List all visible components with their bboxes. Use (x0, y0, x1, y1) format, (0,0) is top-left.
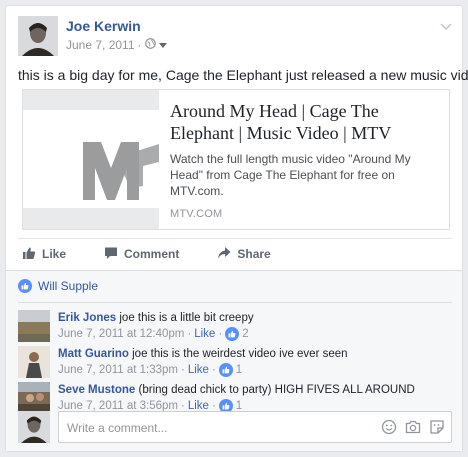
comment-bubble-icon (104, 246, 118, 263)
comment-input[interactable]: Write a comment... (58, 411, 452, 443)
meta-separator: · (187, 328, 192, 340)
thumbs-up-icon (22, 246, 36, 263)
like-label: Like (42, 247, 67, 261)
comment-body: Matt Guarino joe this is the weirdest vi… (58, 346, 348, 362)
post-text: this is a big day for me, Cage the Eleph… (18, 67, 468, 83)
like-reaction-icon (218, 363, 233, 377)
link-info: Around My Head | Cage The Elephant | Mus… (170, 100, 442, 199)
camera-icon[interactable] (405, 419, 421, 438)
post-options-chevron-icon[interactable] (440, 20, 452, 31)
comment-item: Matt Guarino joe this is the weirdest vi… (18, 346, 452, 378)
comment-text: (bring dead chick to party) HIGH FIVES A… (138, 384, 415, 396)
link-thumbnail[interactable] (23, 90, 159, 229)
comment-like-count[interactable]: 2 (242, 328, 248, 340)
write-comment-row: Write a comment... (18, 411, 452, 443)
link-preview[interactable]: Around My Head | Cage The Elephant | Mus… (22, 89, 450, 230)
current-user-avatar (18, 411, 50, 443)
comment-label: Comment (124, 247, 180, 261)
post-actions: Like Comment Share (22, 240, 309, 268)
share-button[interactable]: Share (217, 246, 271, 263)
like-reaction-icon (225, 327, 240, 341)
comment-text: joe this is a little bit creepy (119, 312, 254, 324)
link-domain: MTV.COM (170, 208, 223, 220)
like-button[interactable]: Like (22, 246, 66, 263)
comment-date[interactable]: June 7, 2011 at 1:33pm (58, 364, 178, 376)
comment-input-tools (381, 419, 445, 438)
comment-meta: June 7, 2011 at 12:40pm · Like · 2 (58, 327, 249, 341)
link-title[interactable]: Around My Head | Cage The Elephant | Mus… (170, 100, 442, 144)
meta-separator: · (137, 38, 142, 52)
globe-icon (144, 38, 156, 52)
comment-input-placeholder: Write a comment... (67, 421, 168, 435)
comment-item: Erik Jones joe this is a little bit cree… (18, 310, 452, 342)
comment-item: Seve Mustone (bring dead chick to party)… (18, 382, 452, 414)
post-author-name[interactable]: Joe Kerwin (66, 18, 141, 34)
comment-button[interactable]: Comment (104, 246, 179, 263)
meta-separator: · (181, 364, 185, 376)
emoji-icon[interactable] (381, 419, 397, 438)
post-date[interactable]: June 7, 2011 (66, 38, 135, 52)
likes-divider (18, 302, 452, 303)
like-reaction-icon (18, 279, 32, 293)
sticker-icon[interactable] (429, 419, 445, 438)
post-card: Joe Kerwin June 7, 2011 · this is a big … (5, 5, 468, 452)
post-meta: June 7, 2011 · (66, 38, 167, 52)
share-label: Share (237, 247, 271, 261)
commenter-avatar[interactable] (18, 382, 50, 414)
comment-body: Seve Mustone (bring dead chick to party)… (58, 382, 415, 398)
commenter-avatar[interactable] (18, 310, 50, 342)
comment-body: Erik Jones joe this is a little bit cree… (58, 310, 254, 326)
comment-author[interactable]: Erik Jones (58, 312, 116, 324)
comment-text: joe this is the weirdest video ive ever … (132, 348, 348, 360)
comment-author[interactable]: Matt Guarino (58, 348, 129, 360)
meta-separator: · (211, 364, 216, 376)
meta-separator: · (218, 328, 223, 340)
likes-summary[interactable]: Will Supple (18, 279, 98, 293)
privacy-dropdown-icon[interactable] (158, 38, 167, 52)
author-avatar[interactable] (18, 16, 58, 56)
comment-like-link[interactable]: Like (188, 364, 209, 376)
comment-like-link[interactable]: Like (194, 328, 215, 340)
comment-author[interactable]: Seve Mustone (58, 384, 135, 396)
comment-meta: June 7, 2011 at 1:33pm · Like · 1 (58, 363, 242, 377)
post-header: Joe Kerwin June 7, 2011 · (18, 16, 452, 56)
commenter-avatar[interactable] (18, 346, 50, 378)
comment-like-count[interactable]: 1 (236, 364, 242, 376)
liker-name[interactable]: Will Supple (38, 279, 98, 293)
link-description: Watch the full length music video "Aroun… (170, 152, 411, 198)
comments-section: Will Supple Erik Jones joe this is a lit… (6, 270, 462, 451)
share-arrow-icon (217, 246, 231, 263)
actions-divider-top (18, 238, 452, 239)
comment-date[interactable]: June 7, 2011 at 12:40pm (58, 328, 184, 340)
